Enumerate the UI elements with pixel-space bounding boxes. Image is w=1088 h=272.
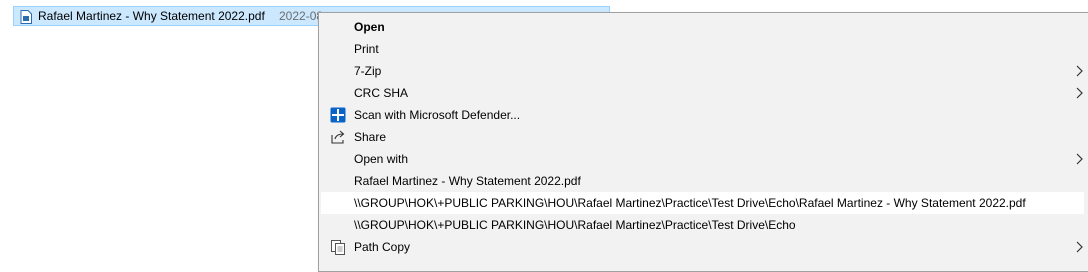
pdf-file-icon <box>20 10 32 24</box>
defender-shield-icon <box>330 107 346 123</box>
chevron-right-icon <box>1076 65 1083 77</box>
menu-item-label: Rafael Martinez - Why Statement 2022.pdf <box>354 174 581 188</box>
share-icon <box>331 130 345 144</box>
menu-item-label: Print <box>354 42 379 56</box>
menu-item-label: \\GROUP\HOK\+PUBLIC PARKING\HOU\Rafael M… <box>354 218 796 232</box>
context-menu: Open Print 7-Zip CRC SHA Scan with Micro… <box>318 12 1088 272</box>
path-copy-icon <box>331 240 345 255</box>
menu-item-share[interactable]: Share <box>321 126 1084 148</box>
menu-item-copy-filename[interactable]: Rafael Martinez - Why Statement 2022.pdf <box>321 170 1084 192</box>
chevron-right-icon <box>1076 153 1083 165</box>
file-date: 2022-08 <box>279 9 324 23</box>
menu-item-label: Scan with Microsoft Defender... <box>354 108 521 122</box>
menu-item-7zip[interactable]: 7-Zip <box>321 60 1084 82</box>
menu-item-label: CRC SHA <box>354 86 409 100</box>
menu-item-open[interactable]: Open <box>321 16 1084 38</box>
menu-item-open-with[interactable]: Open with <box>321 148 1084 170</box>
menu-item-copy-folder-path[interactable]: \\GROUP\HOK\+PUBLIC PARKING\HOU\Rafael M… <box>321 214 1084 236</box>
file-name: Rafael Martinez - Why Statement 2022.pdf <box>38 9 265 23</box>
menu-item-label: Open <box>354 20 385 34</box>
chevron-right-icon <box>1076 87 1083 99</box>
menu-item-print[interactable]: Print <box>321 38 1084 60</box>
menu-item-path-copy[interactable]: Path Copy <box>321 236 1084 258</box>
menu-item-label: \\GROUP\HOK\+PUBLIC PARKING\HOU\Rafael M… <box>354 196 1026 210</box>
menu-item-copy-full-path[interactable]: \\GROUP\HOK\+PUBLIC PARKING\HOU\Rafael M… <box>321 192 1084 214</box>
chevron-right-icon <box>1076 241 1083 253</box>
menu-item-label: Open with <box>354 152 409 166</box>
menu-item-scan-defender[interactable]: Scan with Microsoft Defender... <box>321 104 1084 126</box>
menu-item-crc-sha[interactable]: CRC SHA <box>321 82 1084 104</box>
menu-item-label: Path Copy <box>354 240 411 254</box>
menu-item-label: Share <box>354 130 387 144</box>
menu-item-label: 7-Zip <box>354 64 382 78</box>
